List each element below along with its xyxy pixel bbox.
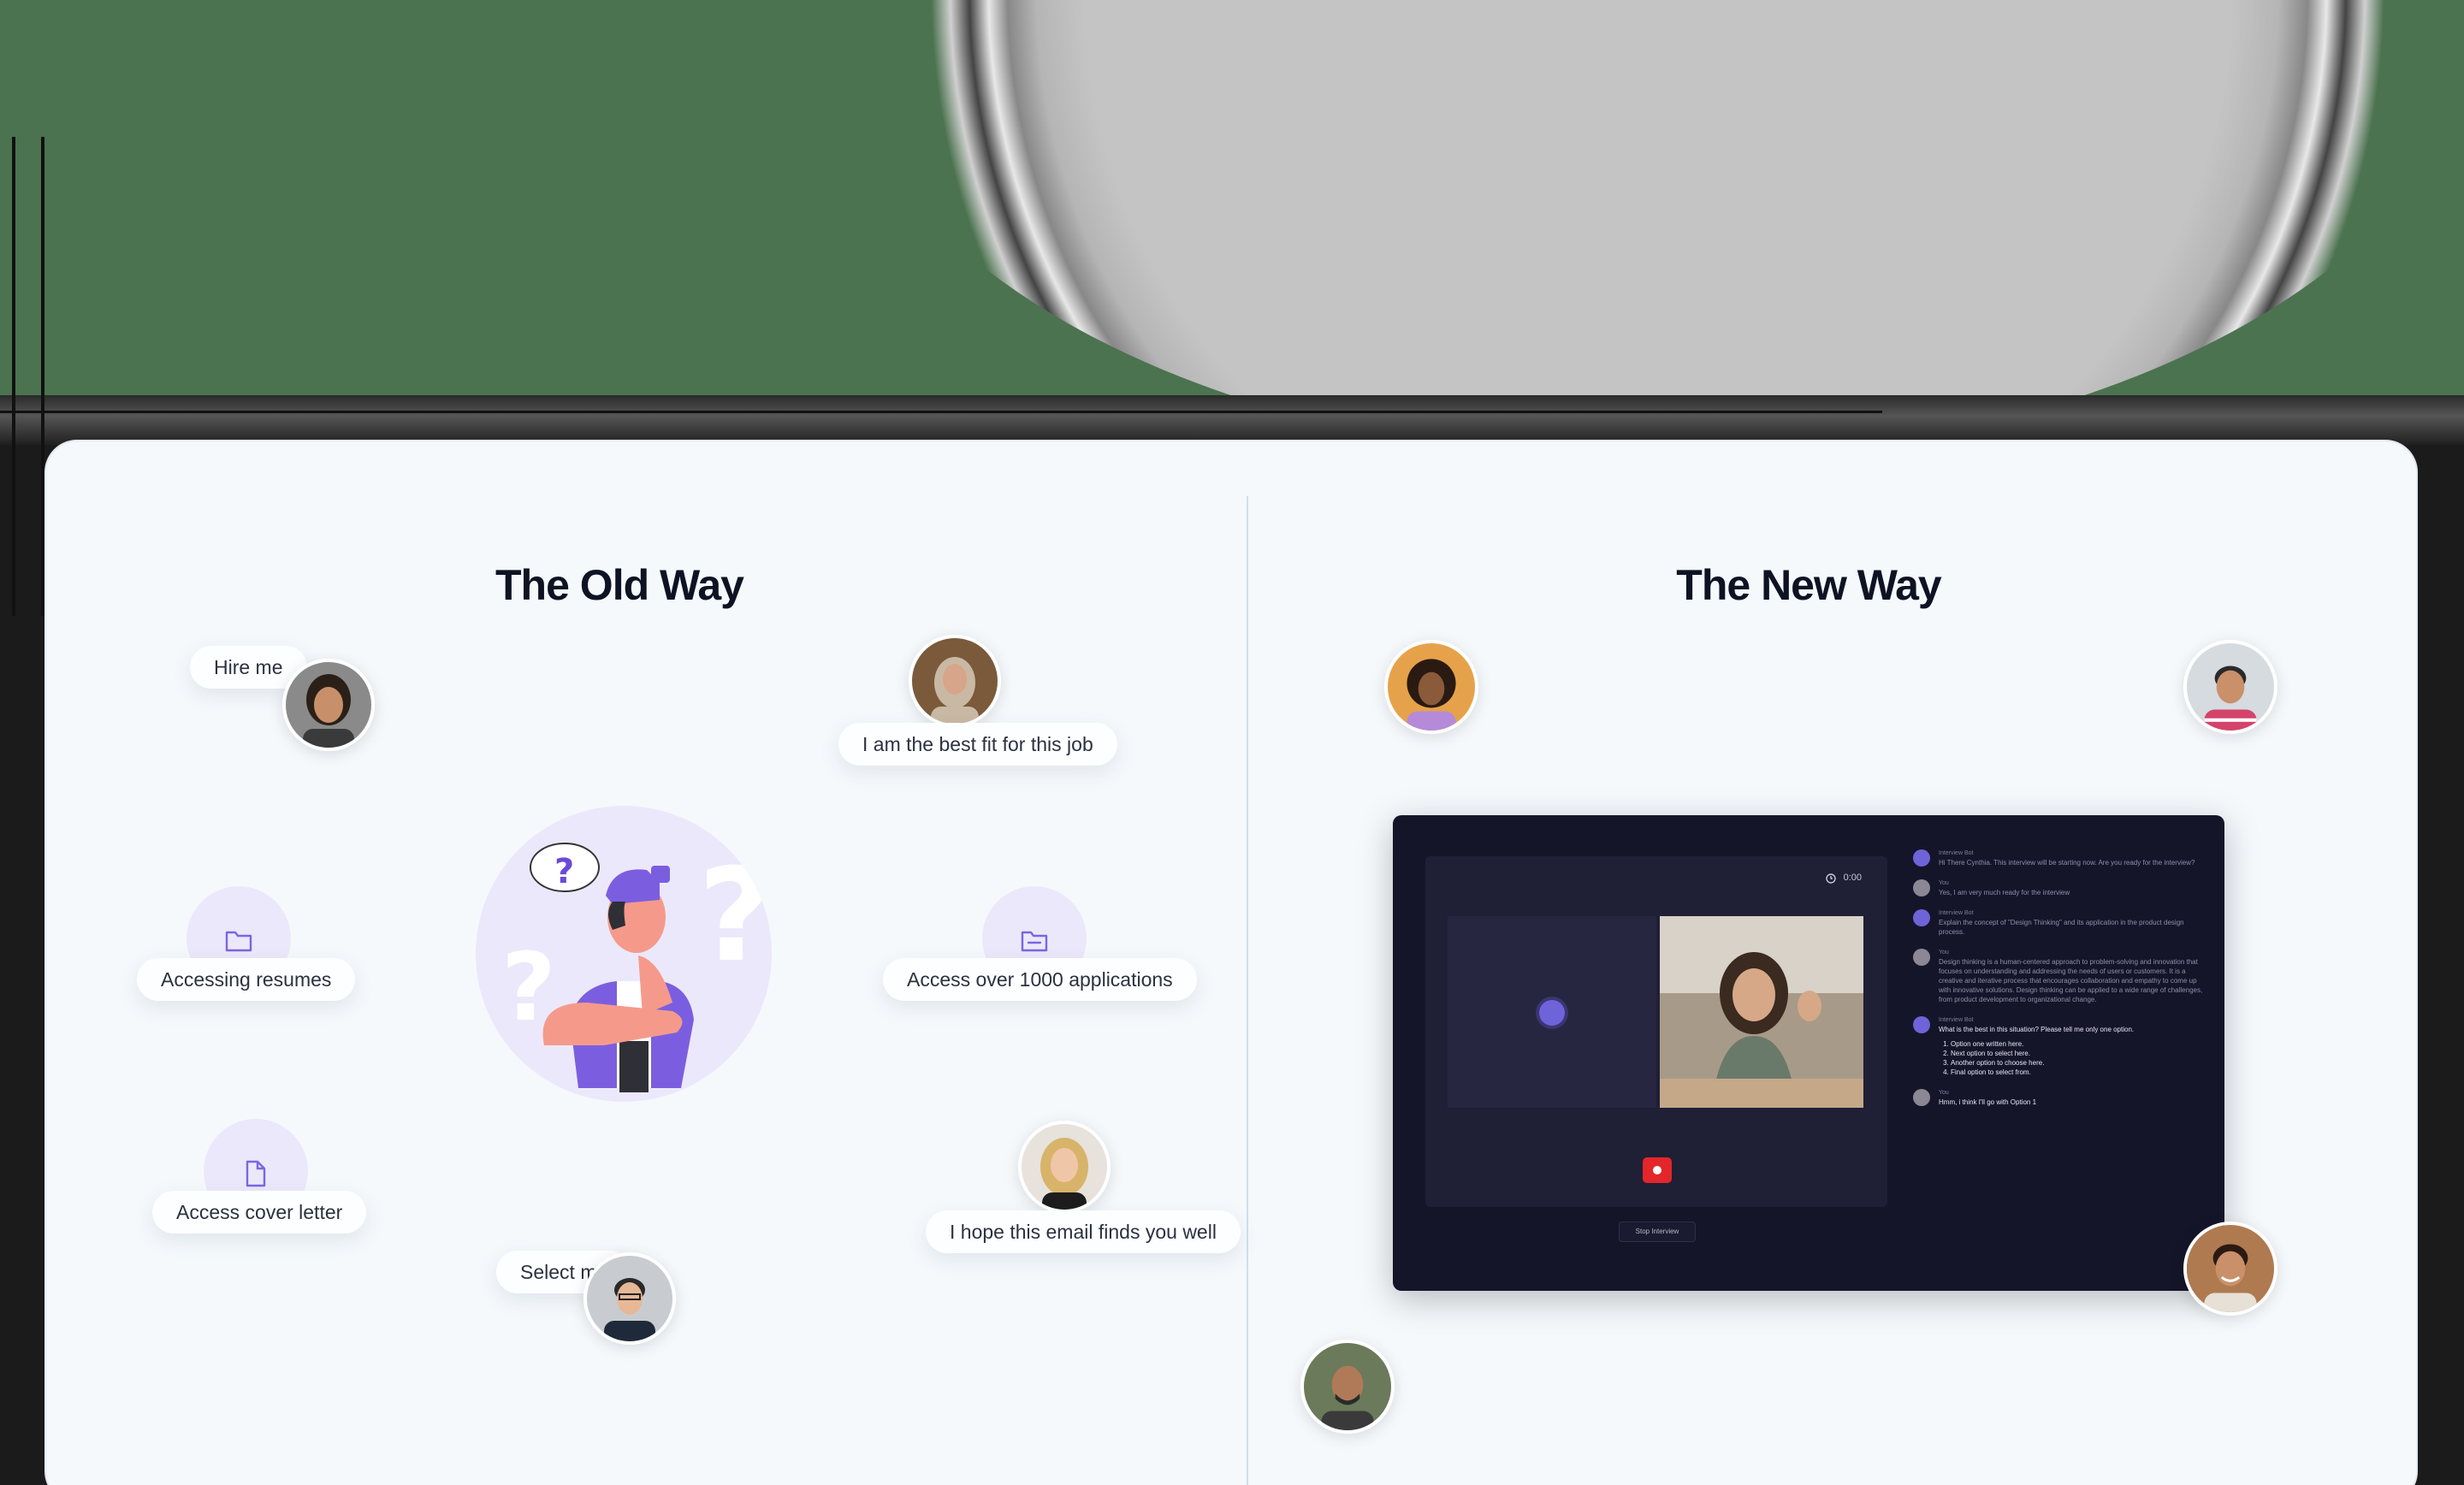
decor-line <box>0 411 1882 413</box>
chat-message: You Yes, I am very much ready for the in… <box>1913 879 2204 897</box>
option-list: Option one written here. Next option to … <box>1951 1039 2204 1077</box>
user-avatar-icon <box>1913 1089 1930 1106</box>
candidate-video-tile <box>1660 916 1863 1108</box>
avatar <box>282 659 375 751</box>
feature-label: Access cover letter <box>152 1191 367 1234</box>
chat-message: You Design thinking is a human-centered … <box>1913 949 2204 1004</box>
chat-message: Interview Bot Explain the concept of "De… <box>1913 909 2204 937</box>
alarm-clock-icon <box>1825 873 1836 884</box>
chat-message: Interview Bot What is the best in this s… <box>1913 1016 2204 1077</box>
interview-app-window: 0:00 Stop Interview Interview Bot Hi The… <box>1393 815 2224 1291</box>
timer-value: 0:00 <box>1843 873 1862 883</box>
new-way-title: The New Way <box>1676 561 1941 609</box>
avatar <box>1384 640 1478 734</box>
avatar <box>2183 1222 2277 1316</box>
bot-avatar-icon <box>1913 1016 1930 1033</box>
decor-line <box>12 137 15 616</box>
option-item[interactable]: Next option to select here. <box>1951 1049 2204 1058</box>
chat-message: You Hmm, i think I'll go with Option 1 <box>1913 1089 2204 1107</box>
chat-transcript: Interview Bot Hi There Cynthia. This int… <box>1913 849 2204 1119</box>
speech-bubble: I hope this email finds you well <box>926 1210 1241 1253</box>
speech-bubble: I am the best fit for this job <box>838 723 1117 766</box>
section-divider <box>1247 496 1248 1485</box>
feature-label: Access over 1000 applications <box>883 958 1197 1001</box>
feature-label: Accessing resumes <box>137 958 356 1001</box>
user-avatar-icon <box>1913 949 1930 966</box>
confused-person-illustration: ? ? ? <box>476 806 772 1102</box>
video-stage: 0:00 <box>1425 856 1887 1207</box>
timer: 0:00 <box>1825 872 1862 884</box>
option-item[interactable]: Another option to choose here. <box>1951 1058 2204 1068</box>
avatar <box>909 635 1001 727</box>
bot-avatar-icon <box>1539 1000 1565 1026</box>
record-button[interactable] <box>1643 1157 1672 1183</box>
bot-avatar-icon <box>1913 849 1930 867</box>
avatar <box>1300 1340 1395 1434</box>
chat-message: Interview Bot Hi There Cynthia. This int… <box>1913 849 2204 867</box>
option-item[interactable]: Option one written here. <box>1951 1039 2204 1049</box>
avatar <box>583 1252 676 1345</box>
avatar <box>2183 640 2277 734</box>
decor-line <box>41 137 44 616</box>
user-avatar-icon <box>1913 879 1930 896</box>
bot-avatar-icon <box>1913 909 1930 926</box>
background-stripe <box>0 395 2464 447</box>
stop-interview-button[interactable]: Stop Interview <box>1619 1222 1696 1242</box>
question-mark-icon: ? <box>554 852 574 891</box>
bot-video-tile <box>1448 916 1656 1108</box>
option-item[interactable]: Final option to select from. <box>1951 1068 2204 1077</box>
old-way-title: The Old Way <box>495 561 744 609</box>
avatar <box>1018 1121 1111 1213</box>
